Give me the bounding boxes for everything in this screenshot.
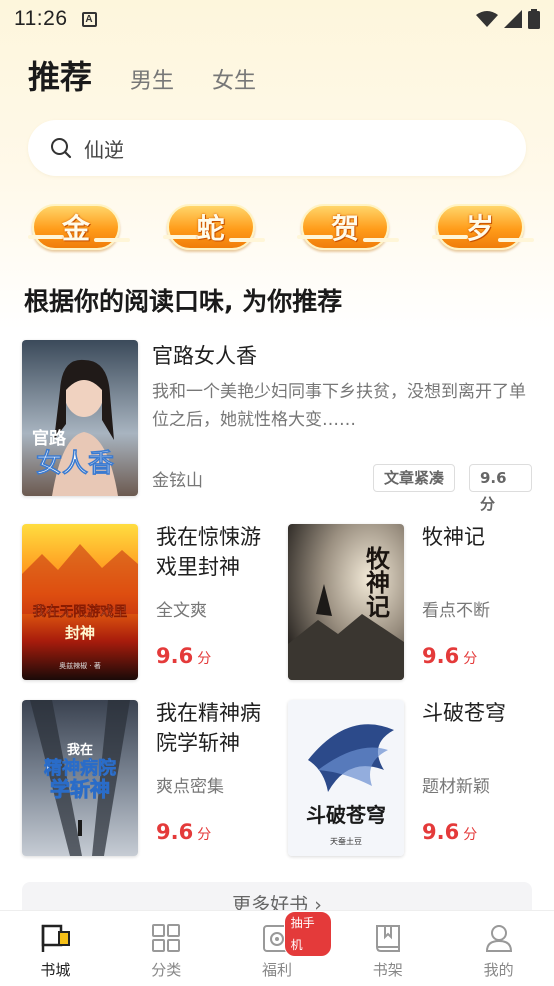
badge-label: 贺 bbox=[331, 212, 360, 245]
search-icon bbox=[51, 138, 72, 159]
cover-title-1: 我在无限游戏里 bbox=[33, 603, 128, 620]
book-title[interactable]: 牧神记 bbox=[422, 522, 538, 552]
score-value: 9.6 bbox=[422, 820, 460, 844]
cover-title-2: 封神 bbox=[65, 624, 95, 642]
cover-title-2: 女人香 bbox=[36, 448, 114, 479]
cover-title-1: 官路 bbox=[32, 428, 67, 449]
wifi-icon bbox=[476, 11, 498, 27]
score-unit: 分 bbox=[463, 827, 478, 843]
badge-sui[interactable]: 岁 bbox=[431, 204, 534, 250]
score-value: 9.6 bbox=[422, 644, 460, 668]
score-unit: 分 bbox=[463, 651, 478, 667]
nav-welfare[interactable]: 福利 抽手机 bbox=[222, 911, 333, 986]
status-icons bbox=[476, 9, 540, 29]
book-score: 9.6 分 bbox=[422, 644, 477, 668]
person-icon bbox=[485, 925, 512, 952]
book-title[interactable]: 斗破苍穹 bbox=[422, 698, 538, 728]
tag-label: 文章紧凑 bbox=[373, 464, 456, 492]
nav-bookstore[interactable]: 书城 bbox=[0, 911, 111, 986]
cover-title-2: 精神病院 bbox=[44, 757, 116, 779]
book-subtitle: 看点不断 bbox=[422, 601, 490, 621]
grid-icon bbox=[152, 924, 181, 952]
book-description: 我和一个美艳少妇同事下乡扶贫，没想到离开了单位之后，她就性格大变…… bbox=[152, 382, 526, 430]
book-cover[interactable]: 我在无限游戏里 封神 奥兹辣椒 · 著 bbox=[22, 524, 138, 680]
book-title[interactable]: 官路女人香 bbox=[152, 340, 257, 370]
nav-label: 福利 bbox=[261, 961, 292, 979]
nav-label: 书架 bbox=[372, 961, 403, 979]
book-title[interactable]: 我在惊悚游戏里封神 bbox=[156, 522, 272, 582]
book-cover[interactable]: 斗破苍穹 天蚕土豆 bbox=[288, 700, 404, 856]
tab-female[interactable]: 女生 bbox=[212, 63, 256, 95]
book-icon bbox=[375, 925, 400, 952]
nav-bookshelf[interactable]: 书架 bbox=[332, 911, 443, 986]
cover-title: 牧神记 bbox=[362, 545, 391, 618]
cover-author: 天蚕土豆 bbox=[330, 836, 362, 846]
badge-she[interactable]: 蛇 bbox=[162, 204, 265, 250]
channel-tabs: 推荐 男生 女生 bbox=[28, 52, 256, 98]
book-subtitle: 爽点密集 bbox=[156, 777, 224, 797]
book-subtitle: 题材新颖 bbox=[422, 777, 490, 797]
nav-mine[interactable]: 我的 bbox=[443, 911, 554, 986]
cover-title-3: 学斩神 bbox=[50, 777, 110, 801]
book-cover[interactable]: 牧神记 bbox=[288, 524, 404, 680]
book-card[interactable]: 我在 精神病院 学斩神 我在精神病院学斩神 爽点密集 9.6 分 bbox=[22, 700, 262, 856]
flag-icon bbox=[42, 924, 71, 952]
search-input[interactable]: 仙逆 bbox=[84, 134, 124, 163]
badge-label: 岁 bbox=[465, 212, 494, 245]
score-value: 9.6 bbox=[156, 644, 194, 668]
score-unit: 分 bbox=[197, 827, 212, 843]
nav-label: 我的 bbox=[483, 961, 514, 979]
notification-a-icon: A bbox=[81, 11, 97, 27]
status-time: 11:26 bbox=[14, 7, 68, 30]
book-author: 金铉山 bbox=[152, 471, 203, 491]
badge-label: 蛇 bbox=[196, 212, 225, 245]
status-bar: 11:26 A bbox=[0, 0, 554, 38]
tab-recommend[interactable]: 推荐 bbox=[28, 52, 92, 98]
book-score: 9.6 分 bbox=[156, 644, 211, 668]
nav-label: 分类 bbox=[151, 961, 182, 979]
tag-score: 9.6分 bbox=[469, 464, 532, 513]
book-cover[interactable]: 官路 女人香 bbox=[22, 340, 138, 496]
battery-icon bbox=[528, 9, 540, 29]
search-box[interactable]: 仙逆 bbox=[28, 120, 526, 176]
score-unit: 分 bbox=[197, 651, 212, 667]
promo-badge: 抽手机 bbox=[283, 911, 333, 957]
featured-book[interactable]: 官路 女人香 官路女人香 我和一个美艳少妇同事下乡扶贫，没想到离开了单位之后，她… bbox=[22, 340, 532, 513]
cover-author: 奥兹辣椒 · 著 bbox=[59, 661, 101, 670]
book-title[interactable]: 我在精神病院学斩神 bbox=[156, 698, 272, 758]
festival-badges: 金 蛇 贺 岁 bbox=[28, 204, 534, 250]
badge-label: 金 bbox=[61, 212, 90, 245]
nav-category[interactable]: 分类 bbox=[111, 911, 222, 986]
book-card[interactable]: 斗破苍穹 天蚕土豆 斗破苍穹 题材新颖 9.6 分 bbox=[288, 700, 528, 856]
nav-label: 书城 bbox=[40, 961, 71, 979]
book-score: 9.6 分 bbox=[422, 820, 477, 844]
book-subtitle: 全文爽 bbox=[156, 601, 207, 621]
book-card[interactable]: 牧神记 牧神记 看点不断 9.6 分 bbox=[288, 524, 528, 680]
cover-title-1: 我在 bbox=[67, 742, 93, 758]
tab-male[interactable]: 男生 bbox=[130, 63, 174, 95]
bottom-nav: 书城 分类 福利 抽手机 书架 我的 bbox=[0, 910, 554, 986]
book-cover[interactable]: 我在 精神病院 学斩神 bbox=[22, 700, 138, 856]
badge-he[interactable]: 贺 bbox=[297, 204, 400, 250]
book-score: 9.6 分 bbox=[156, 820, 211, 844]
score-value: 9.6 bbox=[156, 820, 194, 844]
cover-title: 斗破苍穹 bbox=[306, 803, 386, 827]
badge-jin[interactable]: 金 bbox=[28, 204, 130, 250]
section-title: 根据你的阅读口味, 为你推荐 bbox=[24, 287, 343, 316]
book-card[interactable]: 我在无限游戏里 封神 奥兹辣椒 · 著 我在惊悚游戏里封神 全文爽 9.6 分 bbox=[22, 524, 262, 680]
signal-icon bbox=[504, 10, 522, 28]
